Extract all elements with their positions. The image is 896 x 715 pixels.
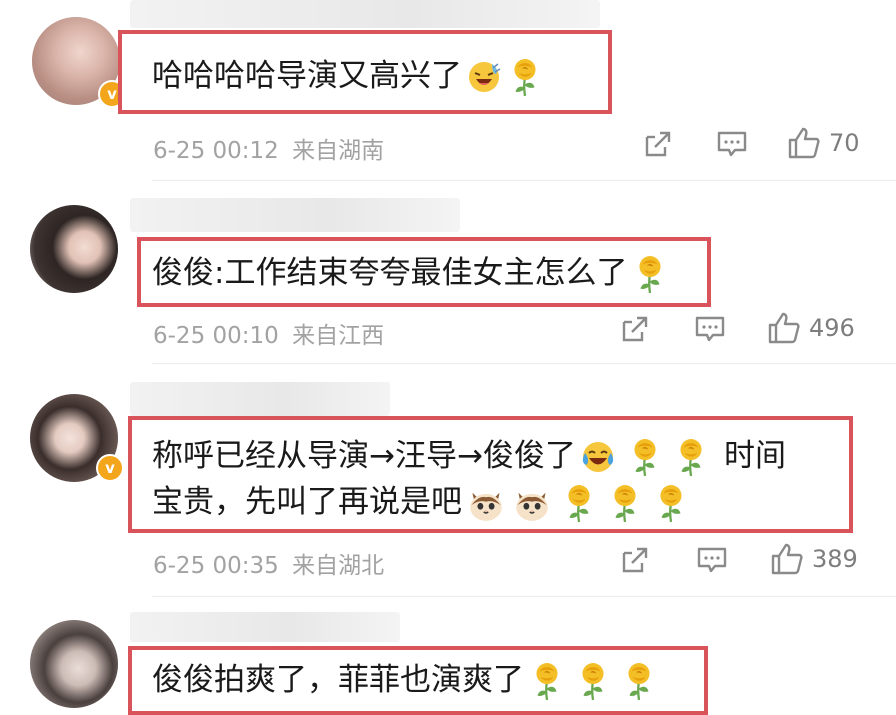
- yellow-rose-emoji: [679, 437, 703, 477]
- comment-item: v 哈哈哈哈导演又高兴了 6-25 00:12 来自湖南 70: [0, 0, 896, 181]
- comment-meta: 6-25 00:10 来自江西: [153, 316, 384, 350]
- comment-location: 来自湖北: [292, 553, 385, 579]
- reply-button[interactable]: [696, 545, 728, 575]
- username[interactable]: [130, 382, 390, 416]
- username[interactable]: [130, 0, 600, 28]
- yellow-rose-emoji: [627, 661, 651, 701]
- thumbs-up-icon: [768, 312, 800, 344]
- yellow-rose-emoji: [659, 483, 683, 523]
- share-button[interactable]: [643, 129, 673, 159]
- comment-text: 俊俊拍爽了，菲菲也演爽了: [152, 658, 656, 702]
- comment-icon: [695, 316, 725, 342]
- like-count: 496: [809, 314, 855, 342]
- comment-text: 称呼已经从导演→汪导→俊俊了 时间: [152, 434, 786, 478]
- username[interactable]: [130, 612, 400, 642]
- like-button[interactable]: 496: [767, 311, 855, 345]
- yellow-rose-emoji: [513, 57, 537, 97]
- share-button[interactable]: [620, 545, 650, 575]
- cat-face-emoji: [469, 491, 503, 522]
- share-button[interactable]: [620, 314, 650, 344]
- comment-text: 哈哈哈哈导演又高兴了: [152, 54, 542, 98]
- comment-item: 俊俊拍爽了，菲菲也演爽了: [0, 600, 896, 715]
- laughing-sweat-emoji: [468, 60, 501, 93]
- thumbs-up-icon: [771, 543, 803, 575]
- cat-face-emoji: [515, 491, 549, 522]
- like-button[interactable]: 389: [770, 542, 858, 576]
- crying-laughing-emoji: [581, 440, 615, 473]
- yellow-rose-emoji: [638, 254, 663, 294]
- avatar[interactable]: [30, 205, 118, 293]
- share-icon: [645, 131, 671, 157]
- yellow-rose-emoji: [581, 661, 605, 701]
- reply-button[interactable]: [716, 129, 748, 159]
- avatar[interactable]: [30, 620, 118, 708]
- yellow-rose-emoji: [613, 483, 637, 523]
- thumbs-up-icon: [788, 127, 820, 159]
- comment-date: 6-25 00:12: [153, 138, 279, 164]
- comment-location: 来自湖南: [292, 138, 385, 164]
- comment-date: 6-25 00:10: [153, 323, 279, 349]
- share-icon: [622, 547, 648, 573]
- yellow-rose-emoji: [633, 437, 657, 477]
- yellow-rose-emoji: [535, 661, 559, 701]
- username[interactable]: [130, 198, 460, 232]
- comment-meta: 6-25 00:35 来自湖北: [153, 546, 384, 580]
- comment-icon: [697, 547, 727, 573]
- divider: [152, 596, 896, 597]
- comment-item: v 称呼已经从导演→汪导→俊俊了 时间 宝贵，先叫了再说是吧 6-25 00:35…: [0, 364, 896, 604]
- comment-icon: [717, 131, 747, 157]
- like-count: 389: [812, 545, 858, 573]
- comment-text-line-2: 宝贵，先叫了再说是吧: [152, 480, 688, 524]
- comment-item: 俊俊:工作结束夸夸最佳女主怎么了 6-25 00:10 来自江西 496: [0, 181, 896, 364]
- comment-text: 俊俊:工作结束夸夸最佳女主怎么了: [152, 251, 667, 295]
- reply-button[interactable]: [694, 314, 726, 344]
- share-icon: [622, 316, 648, 342]
- comment-meta: 6-25 00:12 来自湖南: [153, 131, 384, 165]
- like-count: 70: [829, 129, 860, 157]
- comment-location: 来自江西: [292, 323, 385, 349]
- comment-date: 6-25 00:35: [153, 553, 279, 579]
- like-button[interactable]: 70: [787, 126, 860, 160]
- verified-badge-icon: v: [96, 454, 124, 482]
- yellow-rose-emoji: [567, 483, 591, 523]
